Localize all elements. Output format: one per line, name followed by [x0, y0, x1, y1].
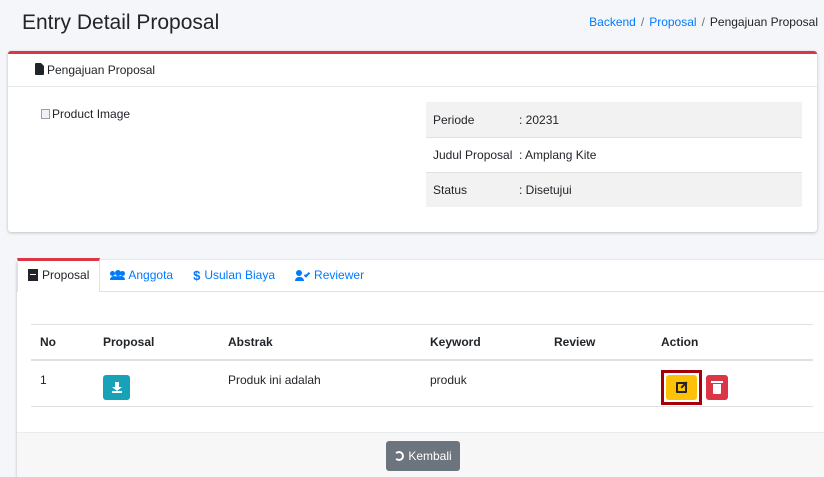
file-icon: [35, 63, 44, 75]
page-title: Entry Detail Proposal: [22, 11, 220, 34]
info-row-status: Status : Disetujui: [426, 172, 802, 207]
cell-keyword: produk: [430, 373, 467, 387]
tab-proposal[interactable]: Proposal: [17, 258, 101, 292]
breadcrumb: Backend / Proposal / Pengajuan Proposal: [589, 15, 818, 29]
file-pdf-icon: [28, 269, 38, 281]
info-key: Judul Proposal: [433, 148, 513, 162]
edit-icon: [676, 382, 687, 393]
back-button[interactable]: Kembali: [386, 441, 460, 471]
dollar-icon: $: [193, 267, 201, 283]
tab-anggota[interactable]: Anggota: [100, 259, 183, 291]
info-value: : Disetujui: [519, 183, 572, 197]
product-image: Product Image: [41, 107, 130, 121]
tab-label: Anggota: [128, 268, 174, 282]
cell-abstrak: Produk ini adalah: [228, 373, 321, 387]
breadcrumb-backend-link[interactable]: Backend: [589, 15, 636, 29]
info-key: Periode: [433, 112, 475, 127]
tab-bar: Proposal Anggota $ Usulan Biaya Reviewer: [17, 258, 824, 292]
info-row-judul: Judul Proposal : Amplang Kite: [426, 137, 802, 172]
tab-reviewer[interactable]: Reviewer: [285, 259, 374, 291]
table-row: 1 Produk ini adalah produk: [31, 361, 813, 407]
column-header-review: Review: [554, 335, 596, 349]
detail-card-title: Pengajuan Proposal: [47, 63, 156, 77]
breadcrumb-active: Pengajuan Proposal: [709, 15, 818, 29]
download-proposal-button[interactable]: [103, 375, 130, 400]
download-icon: [111, 382, 122, 393]
column-header-keyword: Keyword: [430, 335, 481, 349]
proposal-table: No Proposal Abstrak Keyword Review Actio…: [31, 324, 813, 407]
breadcrumb-separator: /: [701, 15, 705, 29]
edit-button[interactable]: [666, 375, 697, 400]
trash-icon: [711, 380, 723, 394]
product-image-alt: Product Image: [52, 107, 131, 121]
cell-no: 1: [40, 373, 47, 387]
info-row-periode: Periode : 20231: [426, 102, 802, 137]
tab-label: Proposal: [42, 268, 90, 282]
breadcrumb-proposal-link[interactable]: Proposal: [649, 15, 696, 29]
info-value: : 20231: [519, 112, 560, 127]
user-check-icon: [295, 269, 311, 281]
column-header-abstrak: Abstrak: [228, 335, 273, 349]
proposal-tabs-card: Proposal Anggota $ Usulan Biaya Reviewer…: [17, 258, 824, 477]
edit-button-highlight: [661, 370, 702, 405]
tab-label: Usulan Biaya: [204, 268, 276, 282]
cell-action: [661, 362, 813, 405]
table-header: No Proposal Abstrak Keyword Review Actio…: [31, 324, 813, 361]
action-buttons: [661, 370, 813, 405]
info-key: Status: [433, 183, 468, 197]
users-icon: [110, 270, 126, 280]
delete-button[interactable]: [706, 375, 728, 400]
detail-card-header: Pengajuan Proposal: [8, 54, 817, 87]
tab-usulan-biaya[interactable]: $ Usulan Biaya: [183, 259, 285, 291]
back-button-label: Kembali: [408, 449, 452, 463]
card-footer: Kembali: [17, 432, 824, 477]
tab-label: Reviewer: [314, 268, 365, 282]
detail-card: Pengajuan Proposal Product Image Periode…: [8, 51, 817, 232]
breadcrumb-separator: /: [640, 15, 645, 29]
column-header-proposal: Proposal: [103, 335, 155, 349]
info-value: : Amplang Kite: [519, 148, 597, 162]
detail-info-table: Periode : 20231 Judul Proposal : Amplang…: [426, 102, 802, 207]
column-header-no: No: [40, 335, 56, 349]
cell-proposal: [103, 367, 228, 400]
column-header-action: Action: [661, 335, 699, 349]
broken-image-icon: [41, 109, 50, 119]
undo-icon: [394, 451, 405, 461]
